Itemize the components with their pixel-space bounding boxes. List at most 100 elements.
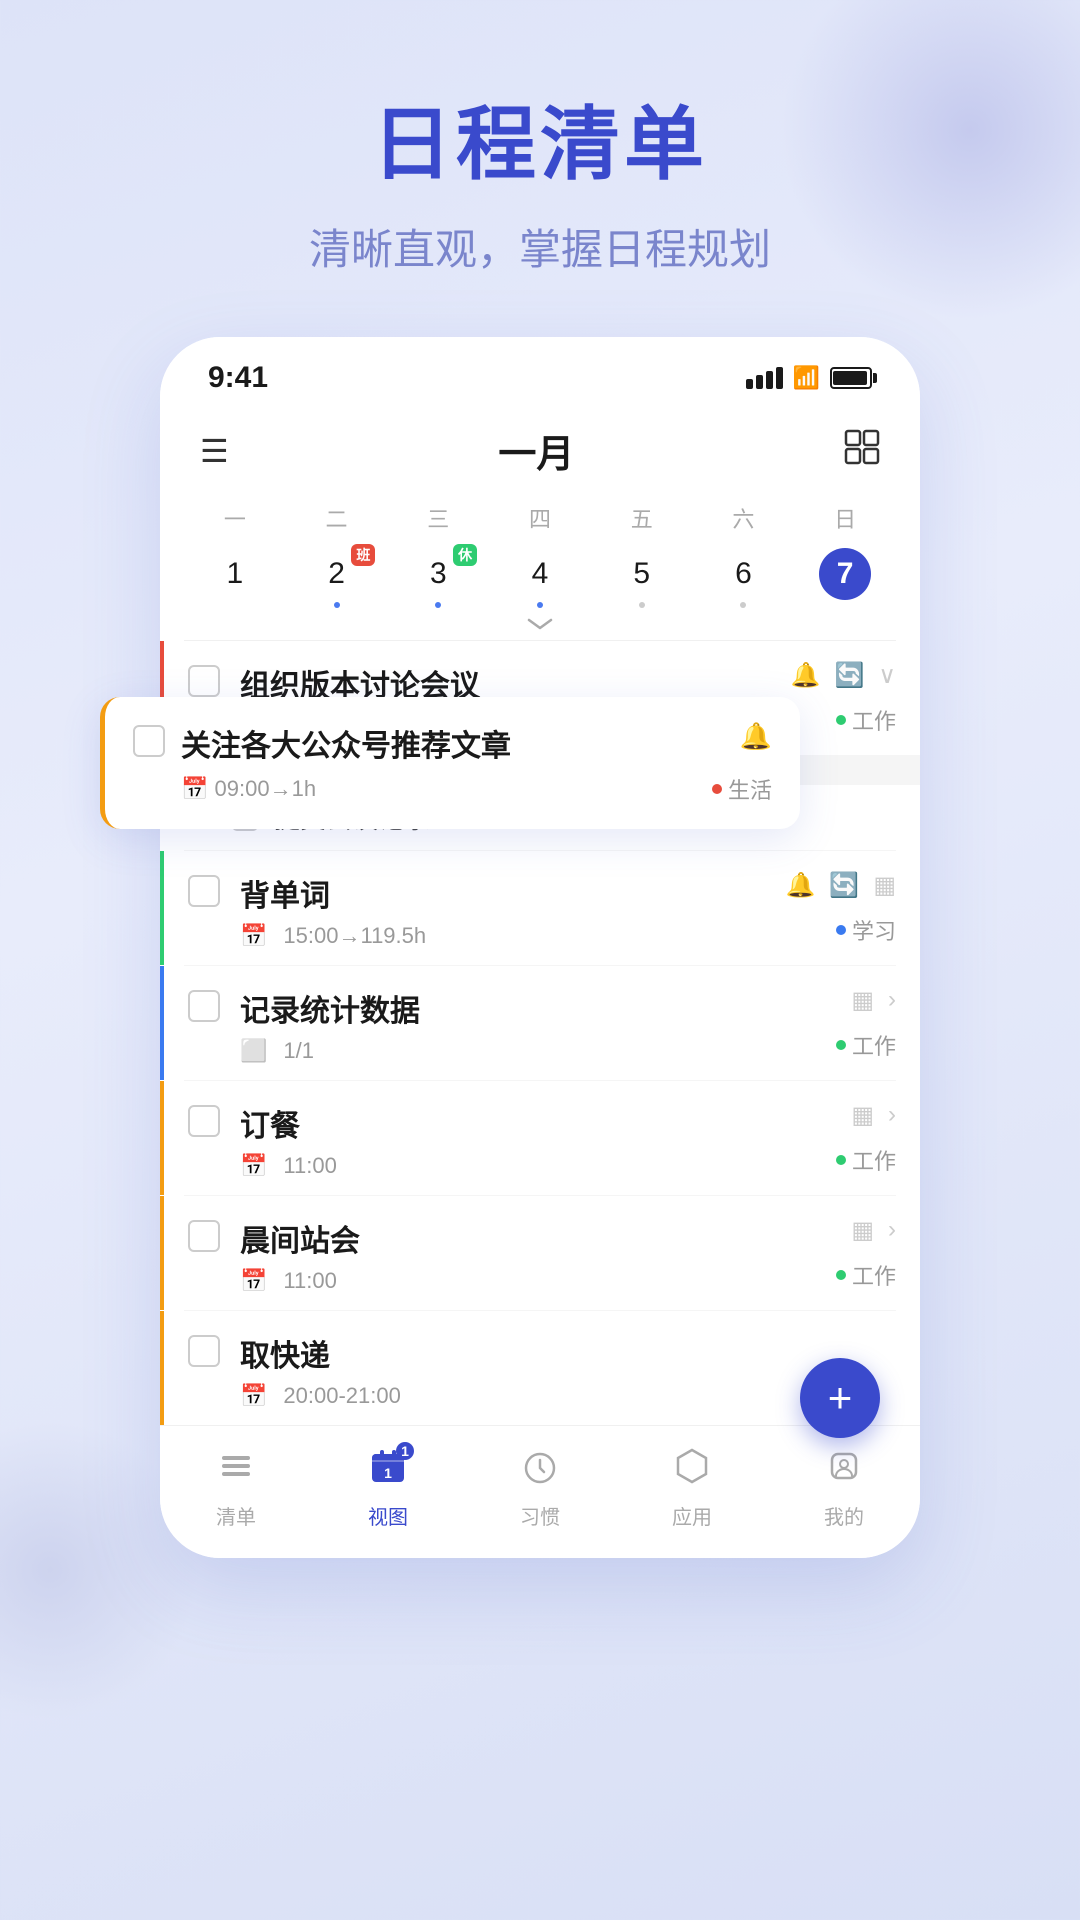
- chevron-right-icon[interactable]: ›: [888, 986, 896, 1015]
- task-content: 晨间站会 📅 11:00: [240, 1216, 836, 1294]
- task-content: 取快递 📅 20:00-21:00: [240, 1331, 896, 1409]
- date-4[interactable]: 4: [489, 542, 591, 612]
- task-actions: ▦ › 工作: [836, 986, 896, 1061]
- nav-label-view: 视图: [368, 1501, 408, 1530]
- tag-label: 工作: [852, 704, 896, 736]
- date-row: 1 班 2 休 3 4 5: [160, 542, 920, 612]
- task-checkbox[interactable]: [188, 990, 220, 1022]
- tag-label: 学习: [852, 914, 896, 946]
- grid-icon[interactable]: ▦: [873, 871, 896, 900]
- nav-item-list[interactable]: 清单: [186, 1446, 286, 1530]
- floating-tag-dot: [712, 784, 722, 794]
- day-sat: 六: [693, 494, 795, 542]
- tag-label: 工作: [852, 1259, 896, 1291]
- calendar-collapse[interactable]: [160, 612, 920, 640]
- floating-tag-label: 生活: [728, 773, 772, 805]
- calendar-icon: 📅: [240, 1268, 267, 1294]
- task-checkbox[interactable]: [188, 1335, 220, 1367]
- date-6[interactable]: 6: [693, 542, 795, 612]
- grid-icon[interactable]: ▦: [851, 1101, 874, 1130]
- status-bar: 9:41 📶: [160, 337, 920, 407]
- task-item[interactable]: 记录统计数据 ⬜ 1/1 ▦ › 工作: [160, 966, 920, 1080]
- nav-item-app[interactable]: 应用: [642, 1446, 742, 1530]
- date-5[interactable]: 5: [591, 542, 693, 612]
- day-fri: 五: [591, 494, 693, 542]
- status-icons: 📶: [746, 365, 872, 391]
- task-title: 记录统计数据: [240, 986, 836, 1030]
- task-checkbox[interactable]: [188, 1220, 220, 1252]
- bell-icon[interactable]: 🔔: [786, 871, 816, 900]
- task-title: 晨间站会: [240, 1216, 836, 1260]
- wifi-icon: 📶: [793, 365, 820, 391]
- expand-icon[interactable]: ∨: [878, 661, 896, 690]
- profile-icon: [824, 1446, 864, 1495]
- task-title: 订餐: [240, 1101, 836, 1145]
- nav-label-me: 我的: [824, 1501, 864, 1530]
- day-tue: 二: [286, 494, 388, 542]
- grid-icon[interactable]: ▦: [851, 986, 874, 1015]
- day-thu: 四: [489, 494, 591, 542]
- floating-task-card[interactable]: 关注各大公众号推荐文章 🔔 📅 09:00→1h 生活: [100, 697, 800, 829]
- task-time: 11:00: [283, 1268, 336, 1294]
- clock-icon: [520, 1446, 560, 1495]
- task-meta: 📅 20:00-21:00: [240, 1383, 896, 1409]
- task-checkbox[interactable]: [188, 665, 220, 697]
- task-item[interactable]: 背单词 📅 15:00→119.5h 🔔 🔄 ▦: [160, 851, 920, 965]
- task-item[interactable]: 晨间站会 📅 11:00 ▦ › 工作: [160, 1196, 920, 1310]
- grid-icon[interactable]: ▦: [851, 1216, 874, 1245]
- calendar-header: ☰ 一月: [160, 407, 920, 494]
- tag-dot: [836, 715, 846, 725]
- chevron-right-icon[interactable]: ›: [888, 1101, 896, 1130]
- task-tag: 工作: [836, 704, 896, 736]
- nav-item-habit[interactable]: 习惯: [490, 1446, 590, 1530]
- nav-label-habit: 习惯: [520, 1501, 560, 1530]
- date-1[interactable]: 1: [184, 542, 286, 612]
- task-tag: 工作: [836, 1259, 896, 1291]
- task-tag: 工作: [836, 1029, 896, 1061]
- floating-checkbox[interactable]: [133, 725, 165, 757]
- refresh-icon[interactable]: 🔄: [835, 661, 865, 690]
- task-content: 记录统计数据 ⬜ 1/1: [240, 986, 836, 1064]
- task-time: 20:00-21:00: [283, 1383, 400, 1409]
- nav-item-me[interactable]: 我的: [794, 1446, 894, 1530]
- signal-icon: [746, 367, 783, 389]
- task-checkbox[interactable]: [188, 875, 220, 907]
- svg-text:1: 1: [384, 1465, 392, 1481]
- task-item[interactable]: 订餐 📅 11:00 ▦ › 工作: [160, 1081, 920, 1195]
- task-title: 背单词: [240, 871, 786, 915]
- floating-task-title: 关注各大公众号推荐文章: [181, 721, 730, 765]
- task-meta: 📅 11:00: [240, 1153, 836, 1179]
- date-7-today[interactable]: 7: [794, 542, 896, 612]
- floating-bell-icon[interactable]: 🔔: [740, 721, 772, 752]
- bottom-nav: 清单 1 1: [160, 1425, 920, 1558]
- chevron-right-icon[interactable]: ›: [888, 1216, 896, 1245]
- page-container: 日程清单 清晰直观，掌握日程规划 9:41 📶: [0, 0, 1080, 1558]
- tag-dot: [836, 925, 846, 935]
- battery-icon: [830, 367, 872, 389]
- calendar-icon: 📅: [240, 1153, 267, 1179]
- task-meta: 📅 15:00→119.5h: [240, 923, 786, 949]
- date-2[interactable]: 班 2: [286, 542, 388, 612]
- task-checkbox[interactable]: [188, 1105, 220, 1137]
- task-content: 订餐 📅 11:00: [240, 1101, 836, 1179]
- bell-icon[interactable]: 🔔: [791, 661, 821, 690]
- tag-label: 工作: [852, 1144, 896, 1176]
- menu-icon[interactable]: ☰: [200, 435, 229, 467]
- task-actions: 🔔 🔄 ∨ 工作: [791, 661, 896, 736]
- status-time: 9:41: [208, 361, 268, 395]
- phone-mockup: 9:41 📶 ☰ 一月: [160, 337, 920, 1558]
- refresh-icon[interactable]: 🔄: [829, 871, 859, 900]
- add-task-button[interactable]: +: [800, 1358, 880, 1438]
- day-mon: 一: [184, 494, 286, 542]
- nav-item-view[interactable]: 1 1 视图: [338, 1446, 438, 1530]
- tag-dot: [836, 1155, 846, 1165]
- day-wed: 三: [387, 494, 489, 542]
- task-content: 背单词 📅 15:00→119.5h: [240, 871, 786, 949]
- month-title: 一月: [498, 423, 574, 478]
- view-toggle-icon[interactable]: [844, 429, 880, 473]
- task-meta: 📅 11:00: [240, 1268, 836, 1294]
- task-tag: 学习: [836, 914, 896, 946]
- tag-dot: [836, 1270, 846, 1280]
- date-3[interactable]: 休 3: [387, 542, 489, 612]
- calendar-icon: 📅: [181, 776, 208, 801]
